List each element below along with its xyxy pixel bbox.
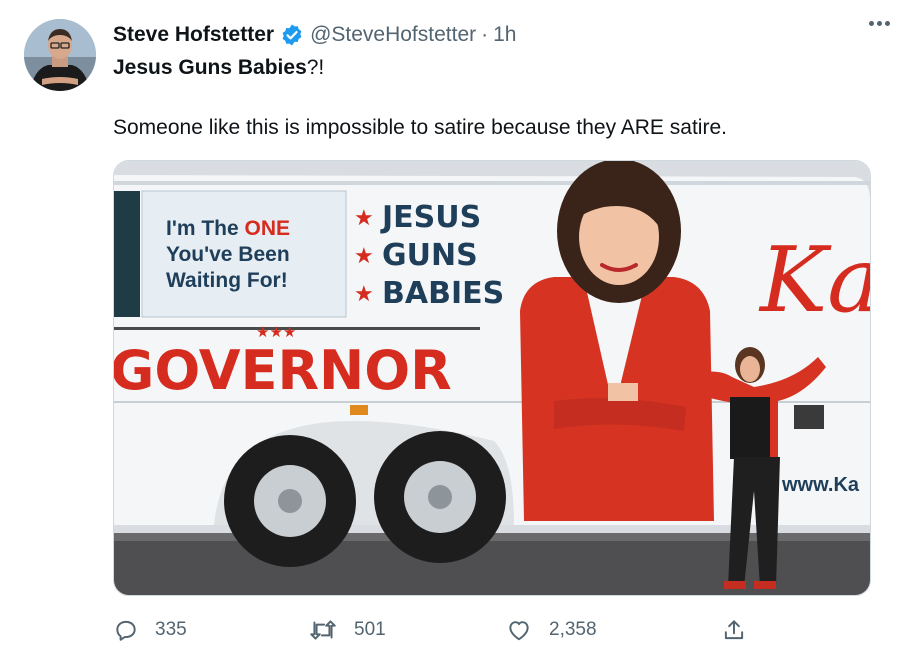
tweet-text-line-2: Someone like this is impossible to satir… [113,116,727,139]
reply-button[interactable]: 335 [113,612,187,648]
bus-sign-line-1: I'm The ONE [166,217,290,240]
author-name[interactable]: Steve Hofstetter [113,23,274,47]
author-handle[interactable]: @SteveHofstetter [310,23,476,47]
tweet-text-line-1: Jesus Guns Babies?! [113,56,324,80]
separator-dot: · [481,23,489,46]
share-icon [724,620,744,640]
bus-script-letter: Ka [758,228,871,333]
tweet-text-punct: ?! [306,56,325,79]
reply-count: 335 [155,619,187,640]
bus-sign-line-2: You've Been [166,243,290,266]
governor-label: GOVERNOR [114,339,452,402]
tweet-timestamp[interactable]: 1h [493,23,516,47]
like-count: 2,358 [549,619,597,640]
share-button[interactable] [721,612,763,648]
author-avatar[interactable] [24,19,96,91]
tweet-actions: 335 501 2,358 [113,612,753,648]
tweet-media-image[interactable]: I'm The ONE You've Been Waiting For! ★ ★… [113,160,871,596]
svg-text:★: ★ [354,206,374,231]
bus-url-fragment: www.Ka [781,474,860,496]
reply-icon [116,620,136,641]
like-icon [509,621,529,641]
retweet-count: 501 [354,619,386,640]
bus-sign-line-3: Waiting For! [166,269,288,292]
like-button[interactable]: 2,358 [505,612,597,648]
slogan-line-1: JESUS [380,200,481,235]
more-icon[interactable] [869,21,890,26]
tweet-text-bold: Jesus Guns Babies [113,56,307,79]
svg-text:★: ★ [354,244,374,269]
retweet-icon [310,620,336,640]
retweet-button[interactable]: 501 [308,612,386,648]
slogan-line-2: GUNS [382,238,478,273]
tweet-header: Steve Hofstetter @SteveHofstetter · 1h [113,20,884,50]
verified-badge-icon [280,23,304,47]
slogan-line-3: BABIES [382,276,504,311]
svg-text:★: ★ [354,282,374,307]
